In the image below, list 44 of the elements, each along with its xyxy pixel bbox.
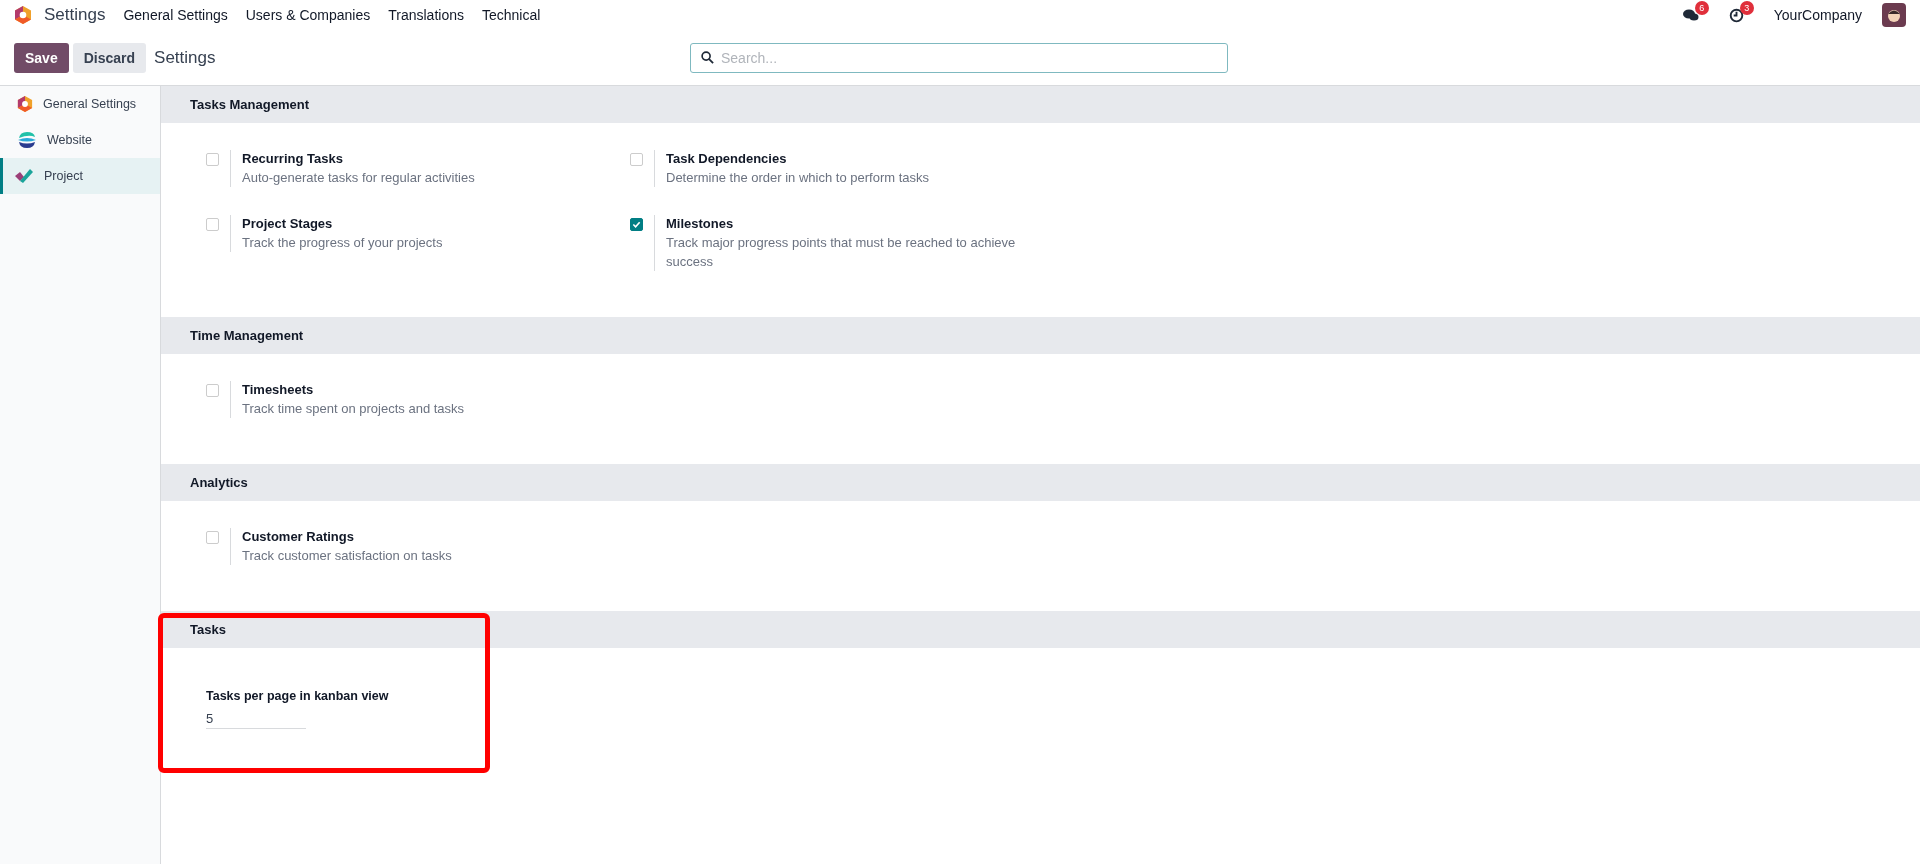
setting-title: Task Dependencies (666, 150, 788, 168)
breadcrumb-title: Settings (154, 47, 216, 68)
hexagon-logo-icon (17, 95, 33, 113)
setting-title: Recurring Tasks (242, 150, 344, 168)
activity-count-badge: 3 (1739, 0, 1754, 15)
section-header: Analytics (161, 464, 1920, 501)
search-icon (701, 50, 714, 64)
setting-title: Timesheets (242, 381, 315, 399)
setting-description: Track time spent on projects and tasks (242, 400, 465, 418)
setting-description: Auto-generate tasks for regular activities (242, 169, 475, 187)
clock-icon (1728, 7, 1744, 23)
sidebar-item[interactable]: General Settings (0, 86, 160, 122)
field-label: Tasks per page in kanban view (206, 689, 390, 703)
setting-title: Project Stages (242, 215, 334, 233)
setting-description: Track the progress of your projects (242, 234, 443, 252)
company-name[interactable]: YourCompany (1773, 7, 1862, 23)
app-title[interactable]: Settings (44, 5, 106, 25)
section-header: Tasks Management (161, 86, 1920, 123)
search-field[interactable]: Search... (690, 42, 1228, 73)
wave-globe-icon (17, 131, 37, 149)
section-header: Time Management (161, 317, 1920, 354)
setting-description: Track customer satisfaction on tasks (242, 547, 452, 565)
sidebar-item[interactable]: Website (0, 122, 160, 158)
section-header: Tasks (161, 611, 1920, 648)
discard-button[interactable]: Discard (72, 42, 147, 73)
avatar-icon[interactable] (1882, 3, 1906, 27)
chat-bubbles-icon (1682, 8, 1699, 22)
check-mark-icon (14, 167, 34, 185)
menu-item[interactable]: Users & Companies (245, 7, 371, 23)
message-count-badge: 6 (1694, 1, 1709, 15)
hexagon-logo-icon (14, 5, 32, 25)
menu-item[interactable]: Technical (482, 7, 541, 23)
chat-button[interactable]: 6 (1682, 1, 1709, 22)
setting-description: Determine the order in which to perform tasks (666, 169, 929, 187)
sidebar-item[interactable]: Project (0, 158, 160, 194)
save-button[interactable]: Save (14, 42, 69, 73)
setting-title: Customer Ratings (242, 528, 355, 546)
setting-title: Milestones (666, 215, 735, 233)
setting-description: Track major progress points that must be reached to achieve success (666, 234, 1017, 271)
number-input-field[interactable]: 5 (206, 711, 306, 729)
activity-button[interactable]: 3 (1728, 0, 1754, 23)
checkbox[interactable] (630, 218, 643, 231)
menu-item[interactable]: Translations (388, 7, 464, 23)
menu-item[interactable]: General Settings (123, 7, 228, 23)
